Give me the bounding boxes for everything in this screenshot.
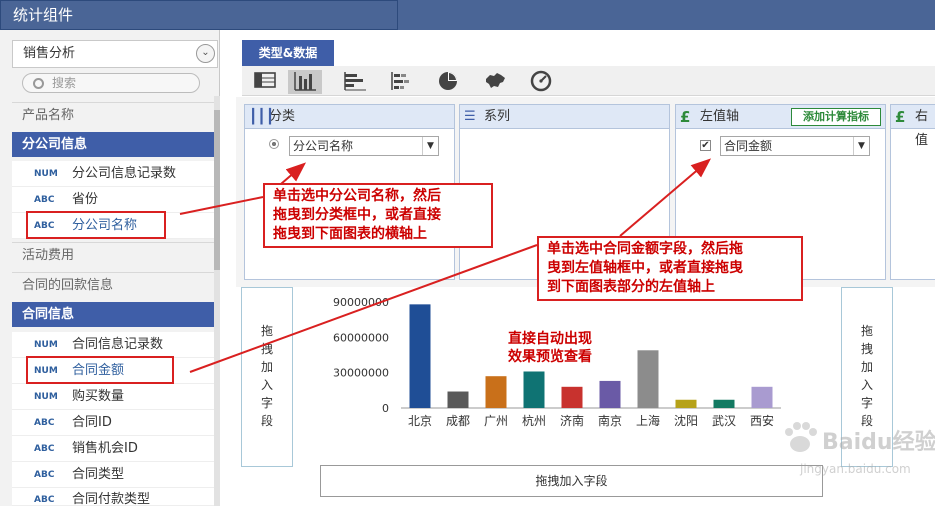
arrow-left <box>179 196 264 215</box>
callout-line: 到下面图表部分的左值轴上 <box>547 279 715 295</box>
watermark: Baidu经验 jingyan.baidu.com <box>780 418 935 488</box>
callout-line: 曳到左值轴框中，或者直接拖曳 <box>547 260 743 276</box>
watermark-url: jingyan.baidu.com <box>800 462 911 476</box>
instruction-callout: 单击选中分公司名称，然后 拖曳到分类框中，或者直接 拖曳到下面图表的横轴上 <box>263 183 493 248</box>
arrow-to-left-axis <box>619 158 712 237</box>
callout-line: 拖曳到下面图表的横轴上 <box>273 226 427 242</box>
callout-line: 单击选中合同金额字段，然后拖 <box>547 241 743 257</box>
callout-line: 拖曳到分类框中，或者直接 <box>273 207 441 223</box>
paw-logo <box>785 422 817 452</box>
watermark-brand: Baidu经验 <box>822 430 935 455</box>
callout-line: 单击选中分公司名称，然后 <box>273 188 441 204</box>
instruction-callout: 单击选中合同金额字段，然后拖 曳到左值轴框中，或者直接拖曳 到下面图表部分的左值… <box>537 236 803 301</box>
arrow-contract <box>189 244 538 373</box>
